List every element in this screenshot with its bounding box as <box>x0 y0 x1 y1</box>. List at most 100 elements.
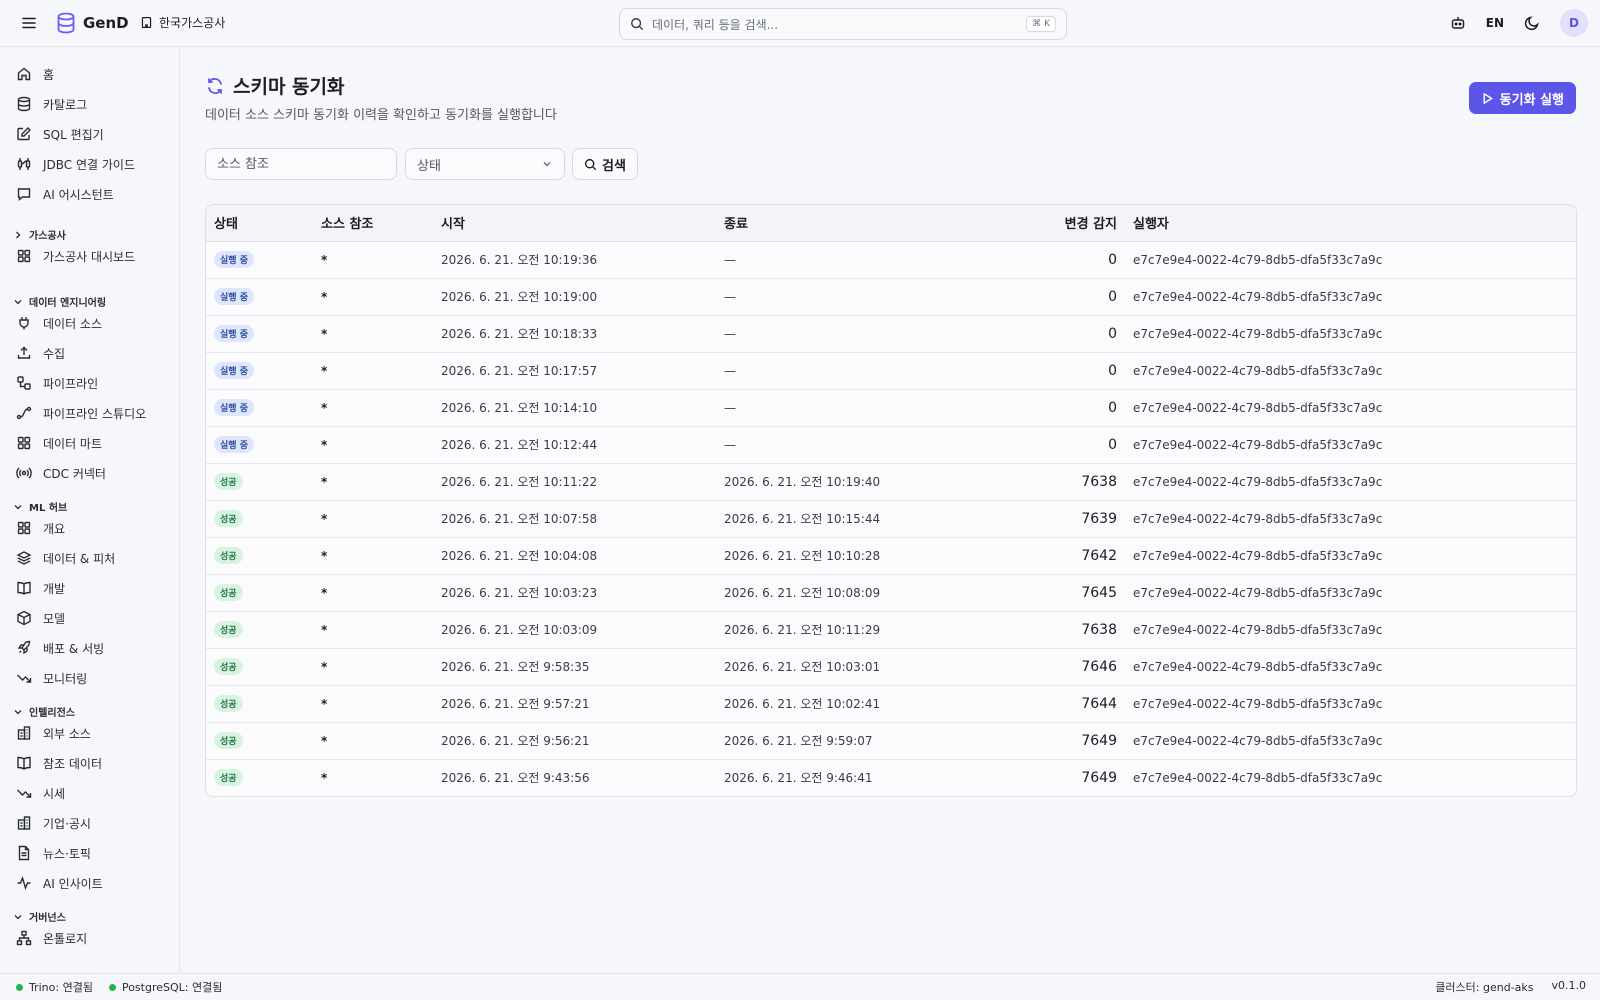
moon-icon[interactable] <box>1524 15 1540 31</box>
sidebar-item-sql-editor[interactable]: SQL 편집기 <box>16 124 104 144</box>
box-icon <box>17 610 31 626</box>
sidebar-group-gas[interactable]: 가스공사 <box>13 227 66 242</box>
table-row[interactable]: 실행 중 * 2026. 6. 21. 오전 10:14:10—0 e7c7e9e4-… <box>206 389 1576 427</box>
sidebar-item-cdc[interactable]: CDC 커넥터 <box>16 463 106 483</box>
sidebar-item-overview[interactable]: 개요 <box>16 518 65 538</box>
runner-cell: e7c7e9e4-0022-4c79-8db5-dfa5f33c7a9c <box>1125 463 1576 501</box>
sidebar-item-news-topic[interactable]: 뉴스·토픽 <box>16 843 91 863</box>
table-row[interactable]: 성공 * 2026. 6. 21. 오전 10:03:09 2026. 6. 21. … <box>206 611 1576 649</box>
changes-cell: 0 <box>962 278 1125 316</box>
status-select[interactable]: 상태 <box>405 148 565 180</box>
sidebar-item-market-price[interactable]: 시세 <box>16 783 65 803</box>
table-row[interactable]: 성공 * 2026. 6. 21. 오전 10:03:23 2026. 6. 21. … <box>206 574 1576 612</box>
end-time-cell: 2026. 6. 21. 오전 10:03:01 <box>716 648 962 686</box>
status-cell: 실행 중 <box>206 241 313 279</box>
table-row[interactable]: 성공 * 2026. 6. 21. 오전 10:07:58 2026. 6. 21. … <box>206 500 1576 538</box>
table-row[interactable]: 실행 중 * 2026. 6. 21. 오전 10:18:33—0 e7c7e9e4-… <box>206 315 1576 353</box>
runner-cell: e7c7e9e4-0022-4c79-8db5-dfa5f33c7a9c <box>1125 574 1576 612</box>
sidebar-item-ai-assistant[interactable]: AI 어시스턴트 <box>16 184 114 204</box>
status-cell: 성공 <box>206 685 313 723</box>
sidebar-group-data-engineering[interactable]: 데이터 엔지니어링 <box>13 294 106 309</box>
sidebar-item-company-disclosure[interactable]: 기업·공시 <box>16 813 91 833</box>
sidebar-item-data-source[interactable]: 데이터 소스 <box>16 313 102 333</box>
status-cell: 성공 <box>206 500 313 538</box>
changes-cell: 0 <box>962 241 1125 279</box>
sidebar-item-home[interactable]: 홈 <box>16 64 54 84</box>
end-time-cell: 2026. 6. 21. 오전 10:10:28 <box>716 537 962 575</box>
menu-icon[interactable] <box>20 14 38 32</box>
status-cell: 실행 중 <box>206 389 313 427</box>
status-bar: Trino: 연결됨 PostgreSQL: 연결됨 클러스터: gend-ak… <box>0 973 1600 1000</box>
table-row[interactable]: 성공 * 2026. 6. 21. 오전 9:57:21 2026. 6. 21. 오… <box>206 685 1576 723</box>
column-header-source[interactable]: 소스 참조 <box>313 205 433 242</box>
sidebar-item-deploy[interactable]: 배포 & 서빙 <box>16 638 104 658</box>
table-row[interactable]: 성공 * 2026. 6. 21. 오전 9:58:35 2026. 6. 21. 오… <box>206 648 1576 686</box>
sidebar-item-label: 외부 소스 <box>43 726 91 741</box>
play-icon <box>1483 92 1493 104</box>
sidebar-item-jdbc[interactable]: JDBC 연결 가이드 <box>16 154 135 174</box>
search-button[interactable]: 검색 <box>572 148 638 180</box>
table-row[interactable]: 실행 중 * 2026. 6. 21. 오전 10:17:57—0 e7c7e9e4-… <box>206 352 1576 390</box>
table-row[interactable]: 실행 중 * 2026. 6. 21. 오전 10:19:36—0 e7c7e9e4-… <box>206 241 1576 279</box>
sidebar-item-ai-insight[interactable]: AI 인사이트 <box>16 873 103 893</box>
app-brand[interactable]: GenD <box>56 12 129 34</box>
sidebar-item-catalog[interactable]: 카탈로그 <box>16 94 87 114</box>
sidebar-item-development[interactable]: 개발 <box>16 578 65 598</box>
search-icon <box>584 158 597 170</box>
sidebar-item-data-mart[interactable]: 데이터 마트 <box>16 433 102 453</box>
status-badge: 실행 중 <box>214 251 254 268</box>
sidebar-group-ml-hub[interactable]: ML 허브 <box>13 499 67 514</box>
sidebar-item-model[interactable]: 모델 <box>16 608 65 628</box>
column-header-start[interactable]: 시작 <box>433 205 716 242</box>
table-row[interactable]: 실행 중 * 2026. 6. 21. 오전 10:12:44—0 e7c7e9e4-… <box>206 426 1576 464</box>
bot-icon[interactable] <box>1450 15 1466 31</box>
grid-icon <box>17 521 31 535</box>
global-search[interactable]: 데이터, 쿼리 등을 검색... ⌘ K <box>619 8 1067 40</box>
sidebar-item-label: 데이터 & 피처 <box>43 551 116 566</box>
user-avatar[interactable]: D <box>1560 9 1588 37</box>
spline-icon <box>16 406 32 420</box>
sidebar-item-label: AI 인사이트 <box>43 876 103 891</box>
language-toggle[interactable]: EN <box>1486 16 1504 30</box>
sidebar-item-label: JDBC 연결 가이드 <box>43 157 136 172</box>
run-sync-button[interactable]: 동기화 실행 <box>1468 82 1576 114</box>
sidebar-item-ingest[interactable]: 수집 <box>16 343 65 363</box>
sidebar-item-data-features[interactable]: 데이터 & 피처 <box>16 548 115 568</box>
sidebar-item-gas-dashboard[interactable]: 가스공사 대시보드 <box>16 246 135 266</box>
sidebar: 홈 카탈로그 SQL 편집기 JDBC 연결 가이드 AI 어시스턴트 가스공사… <box>0 48 180 972</box>
table-row[interactable]: 성공 * 2026. 6. 21. 오전 9:43:56 2026. 6. 21. 오… <box>206 759 1576 796</box>
status-cell: 성공 <box>206 463 313 501</box>
end-time-cell: 2026. 6. 21. 오전 10:11:29 <box>716 611 962 649</box>
sidebar-item-pipeline-studio[interactable]: 파이프라인 스튜디오 <box>16 403 146 423</box>
status-cell: 성공 <box>206 759 313 796</box>
table-row[interactable]: 성공 * 2026. 6. 21. 오전 10:11:22 2026. 6. 21. … <box>206 463 1576 501</box>
source-ref-input[interactable] <box>205 148 397 180</box>
column-header-runner[interactable]: 실행자 <box>1125 205 1576 242</box>
org-switcher[interactable]: 한국가스공사 <box>140 14 225 31</box>
top-right-actions: EN D <box>1450 9 1588 37</box>
chevron-down-icon <box>14 504 22 509</box>
sidebar-item-ontology[interactable]: 온톨로지 <box>16 928 87 948</box>
sidebar-item-label: 카탈로그 <box>43 97 88 112</box>
sidebar-group-intelligence[interactable]: 인텔리전스 <box>13 704 75 719</box>
column-header-status[interactable]: 상태 <box>206 205 313 242</box>
table-row[interactable]: 실행 중 * 2026. 6. 21. 오전 10:19:00—0 e7c7e9e4-… <box>206 278 1576 316</box>
start-time-cell: 2026. 6. 21. 오전 9:56:21 <box>433 722 716 760</box>
sidebar-group-governance[interactable]: 거버넌스 <box>13 909 66 924</box>
runner-cell: e7c7e9e4-0022-4c79-8db5-dfa5f33c7a9c <box>1125 500 1576 538</box>
sidebar-item-reference-data[interactable]: 참조 데이터 <box>16 753 102 773</box>
start-time-cell: 2026. 6. 21. 오전 10:14:10 <box>433 389 716 427</box>
status-badge: 실행 중 <box>214 362 254 379</box>
sidebar-item-label: 가스공사 대시보드 <box>43 249 136 264</box>
column-header-changes[interactable]: 변경 감지 <box>962 205 1125 242</box>
table-row[interactable]: 성공 * 2026. 6. 21. 오전 10:04:08 2026. 6. 21. … <box>206 537 1576 575</box>
sidebar-item-monitoring[interactable]: 모니터링 <box>16 668 87 688</box>
sidebar-item-external-source[interactable]: 외부 소스 <box>16 723 91 743</box>
footer-right: 클러스터: gend-aks v0.1.0 <box>1435 979 1586 995</box>
column-header-end[interactable]: 종료 <box>716 205 962 242</box>
sidebar-item-label: CDC 커넥터 <box>43 466 106 481</box>
source-cell: * <box>321 770 328 785</box>
end-time-cell: — <box>716 352 962 390</box>
table-row[interactable]: 성공 * 2026. 6. 21. 오전 9:56:21 2026. 6. 21. 오… <box>206 722 1576 760</box>
sidebar-item-pipeline[interactable]: 파이프라인 <box>16 373 98 393</box>
